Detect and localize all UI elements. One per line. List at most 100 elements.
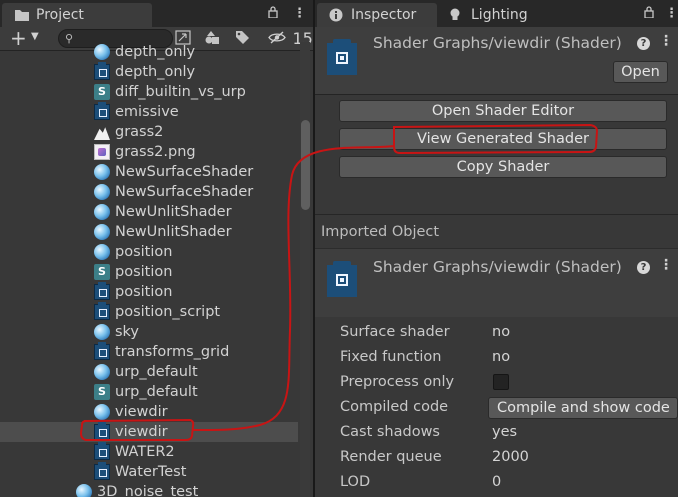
asset-row[interactable]: grass2 — [0, 122, 298, 142]
folder-icon — [14, 8, 30, 22]
help-icon[interactable]: ? — [637, 37, 650, 50]
shader-graph-icon — [94, 302, 110, 320]
shader-graph-icon — [94, 422, 110, 440]
asset-row[interactable]: WATER2 — [0, 442, 298, 462]
shader-graph-icon — [94, 342, 110, 360]
asset-row[interactable]: Surp_default — [0, 382, 298, 402]
shader-graph-icon — [94, 442, 110, 460]
ball-material-icon — [94, 44, 110, 60]
compile-and-show-code-button[interactable]: Compile and show code — [488, 397, 678, 419]
asset-name: position_script — [115, 304, 221, 320]
tab-lighting-label: Lighting — [471, 7, 528, 23]
copy-shader-button[interactable]: Copy Shader — [339, 156, 667, 178]
asset-name: NewSurfaceShader — [115, 164, 254, 180]
asset-row[interactable]: 3D_noise_test — [0, 482, 298, 497]
prop-surface-shader-value: no — [492, 324, 511, 340]
project-panel: Project ⋮ + ▼ ⚲ 15 depth_only depth_only S… — [0, 0, 313, 497]
asset-row[interactable]: NewUnlitShader — [0, 202, 298, 222]
shader-graph-icon — [327, 261, 357, 297]
ball-material-icon — [94, 324, 110, 340]
prop-lod-label: LOD — [340, 474, 371, 490]
tab-project[interactable]: Project — [2, 3, 152, 27]
tab-project-label: Project — [36, 7, 84, 23]
script-s-icon: S — [94, 264, 110, 280]
ball-material-icon — [94, 164, 110, 180]
kebab-menu-icon[interactable]: ⋮ — [665, 6, 678, 21]
settings-kebab-icon[interactable]: ⋮ — [659, 33, 673, 49]
asset-row[interactable]: depth_only — [0, 42, 298, 62]
asset-name: NewSurfaceShader — [115, 184, 254, 200]
asset-row[interactable]: position — [0, 282, 298, 302]
shader-graph-icon — [94, 462, 110, 480]
imported-object-heading: Imported Object — [321, 224, 440, 240]
kebab-menu-icon[interactable]: ⋮ — [293, 6, 306, 21]
asset-name: 3D_noise_test — [97, 484, 199, 497]
open-shader-editor-button[interactable]: Open Shader Editor — [339, 100, 667, 122]
asset-row[interactable]: NewSurfaceShader — [0, 162, 298, 182]
prop-compiled-code-label: Compiled code — [340, 399, 449, 415]
open-button[interactable]: Open — [613, 61, 668, 83]
asset-name: WaterTest — [115, 464, 187, 480]
info-icon — [329, 8, 345, 22]
asset-row[interactable]: position — [0, 242, 298, 262]
prop-render-queue-label: Render queue — [340, 449, 442, 465]
view-generated-shader-button[interactable]: View Generated Shader — [339, 128, 667, 150]
asset-name: position — [115, 264, 173, 280]
asset-row[interactable]: grass2.png — [0, 142, 298, 162]
asset-row[interactable]: sky — [0, 322, 298, 342]
tab-lighting[interactable]: Lighting — [437, 3, 547, 27]
vertical-scrollbar[interactable] — [300, 42, 310, 497]
chevron-down-icon[interactable]: ▼ — [31, 31, 39, 42]
asset-row[interactable]: WaterTest — [0, 462, 298, 482]
preprocess-only-checkbox[interactable] — [493, 374, 509, 390]
settings-kebab-icon[interactable]: ⋮ — [659, 257, 673, 273]
asset-name: position — [115, 284, 173, 300]
asset-row[interactable]: NewUnlitShader — [0, 222, 298, 242]
asset-name: emissive — [115, 104, 179, 120]
prop-lod-value: 0 — [492, 474, 502, 490]
imported-object-header: Shader Graphs/viewdir (Shader) ? ⋮ — [315, 249, 678, 317]
asset-name: depth_only — [115, 64, 196, 80]
scrollbar-thumb[interactable] — [301, 120, 310, 210]
shader-graph-icon — [94, 282, 110, 300]
section-divider — [315, 214, 678, 215]
asset-row[interactable]: depth_only — [0, 62, 298, 82]
imported-object-title: Shader Graphs/viewdir (Shader) — [373, 258, 622, 276]
asset-name: urp_default — [115, 384, 198, 400]
texture-icon — [94, 127, 110, 140]
ball-material-icon — [94, 404, 110, 420]
ball-material-icon — [76, 484, 92, 497]
shader-graph-icon — [327, 39, 357, 75]
asset-row[interactable]: viewdir — [0, 422, 298, 442]
asset-row[interactable]: position_script — [0, 302, 298, 322]
asset-row[interactable]: Sposition — [0, 262, 298, 282]
lightbulb-icon — [449, 8, 465, 22]
script-s-icon: S — [94, 384, 110, 400]
lock-icon[interactable] — [268, 6, 278, 22]
asset-name: NewUnlitShader — [115, 224, 232, 240]
asset-name: urp_default — [115, 364, 198, 380]
prop-render-queue-value: 2000 — [492, 449, 529, 465]
ball-material-icon — [94, 184, 110, 200]
asset-name: NewUnlitShader — [115, 204, 232, 220]
inspector-header: Shader Graphs/viewdir (Shader) ? ⋮ Open — [315, 27, 678, 95]
asset-name: viewdir — [115, 404, 168, 420]
asset-name: sky — [115, 324, 140, 340]
ball-material-icon — [94, 204, 110, 220]
lock-icon[interactable] — [644, 6, 654, 22]
tab-inspector[interactable]: Inspector — [317, 3, 437, 27]
shader-graph-icon — [94, 62, 110, 80]
asset-row[interactable]: emissive — [0, 102, 298, 122]
asset-row[interactable]: Sdiff_builtin_vs_urp — [0, 82, 298, 102]
ball-material-icon — [94, 244, 110, 260]
asset-row[interactable]: viewdir — [0, 402, 298, 422]
inspector-panel: Inspector Lighting ⋮ Shader Graphs/viewd… — [315, 0, 678, 497]
asset-row[interactable]: NewSurfaceShader — [0, 182, 298, 202]
script-s-icon: S — [94, 84, 110, 100]
prop-cast-shadows-value: yes — [492, 424, 518, 440]
asset-row[interactable]: transforms_grid — [0, 342, 298, 362]
asset-row[interactable]: urp_default — [0, 362, 298, 382]
prop-fixed-function-value: no — [492, 349, 511, 365]
help-icon[interactable]: ? — [637, 261, 650, 274]
asset-name: viewdir — [115, 424, 168, 440]
